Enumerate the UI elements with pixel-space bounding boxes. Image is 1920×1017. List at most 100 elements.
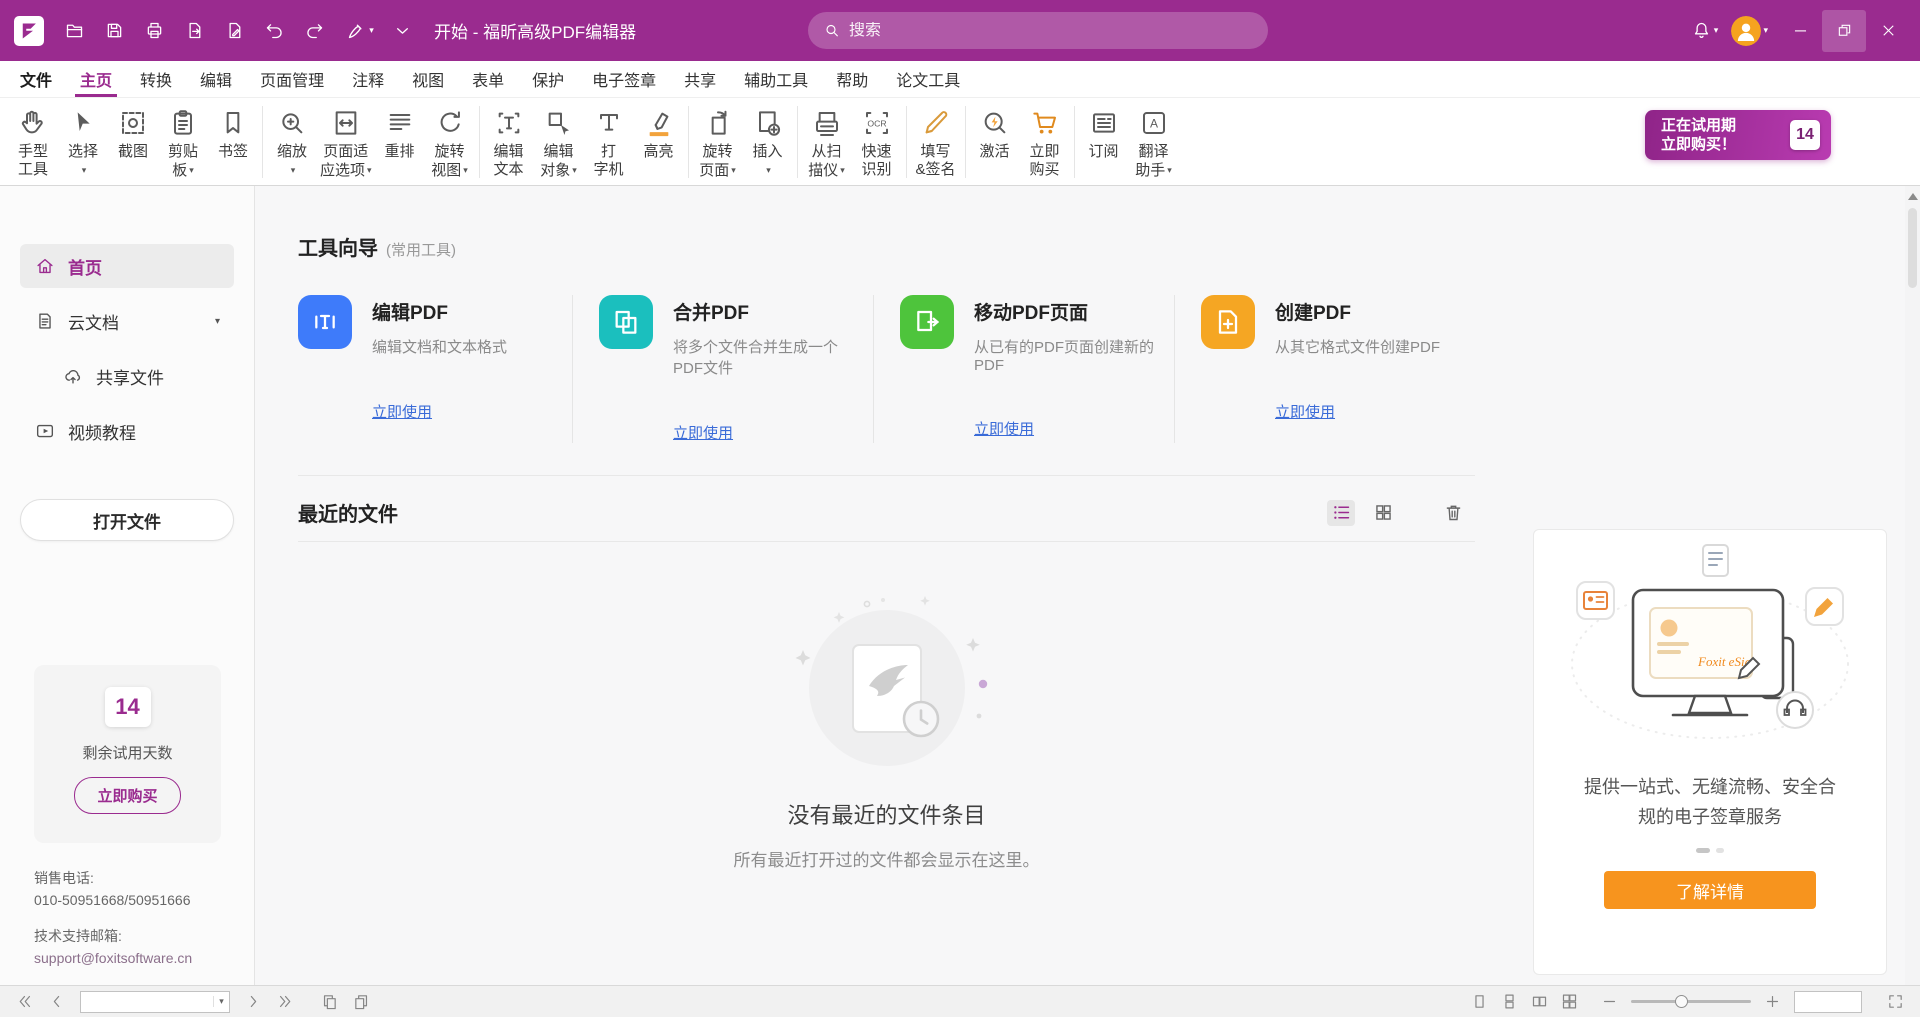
ribbon-tool-edit-text[interactable]: 编辑 文本 [484, 103, 534, 179]
zoom-in-button[interactable] [1764, 993, 1781, 1010]
next-view-button[interactable] [353, 993, 370, 1010]
ribbon-tool-hand[interactable]: 手型 工具 [8, 103, 58, 179]
menu-protect[interactable]: 保护 [518, 61, 578, 97]
ribbon-tool-translate[interactable]: A 翻译 助手▾ [1129, 103, 1179, 179]
menu-view[interactable]: 视图 [398, 61, 458, 97]
single-page-view-button[interactable] [1471, 993, 1488, 1010]
dropdown-caret-icon[interactable]: ▾ [213, 996, 229, 1007]
use-now-link[interactable]: 立即使用 [1275, 401, 1335, 422]
carousel-dots[interactable] [1696, 848, 1724, 853]
menu-comment[interactable]: 注释 [338, 61, 398, 97]
menu-edit[interactable]: 编辑 [186, 61, 246, 97]
card-create-pdf[interactable]: 创建PDF 从其它格式文件创建PDF 立即使用 [1174, 295, 1475, 443]
sidebar-item-shared-files[interactable]: 共享文件 [20, 354, 234, 398]
facing-continuous-view-button[interactable] [1561, 993, 1578, 1010]
previous-view-button[interactable] [321, 993, 338, 1010]
sidebar-item-home[interactable]: 首页 [20, 244, 234, 288]
ribbon-tool-activate[interactable]: 激活 [970, 103, 1020, 161]
page-number-input[interactable] [81, 994, 213, 1009]
zoom-slider-thumb[interactable] [1675, 995, 1688, 1008]
facing-view-button[interactable] [1531, 993, 1548, 1010]
ribbon-tool-scanner[interactable]: 从扫 描仪▾ [802, 103, 852, 179]
buy-now-button[interactable]: 立即购买 [74, 777, 180, 814]
sidebar-item-video-tutorials[interactable]: 视频教程 [20, 409, 234, 453]
list-view-button[interactable] [1327, 500, 1355, 526]
zoom-level-box[interactable] [1794, 991, 1862, 1013]
search-input[interactable] [849, 22, 1252, 40]
menu-form[interactable]: 表单 [458, 61, 518, 97]
first-page-button[interactable] [16, 993, 33, 1010]
content-scrollbar[interactable] [1905, 186, 1920, 985]
menu-share[interactable]: 共享 [670, 61, 730, 97]
support-email-link[interactable]: support@foxitsoftware.cn [34, 947, 192, 969]
continuous-view-button[interactable] [1501, 993, 1518, 1010]
last-page-button[interactable] [277, 993, 294, 1010]
ribbon-tool-rotate-view[interactable]: 旋转 视图▾ [425, 103, 475, 179]
clear-recent-trash-button[interactable] [1439, 500, 1467, 526]
grid-view-button[interactable] [1369, 500, 1397, 526]
card-merge-pdf[interactable]: 合并PDF 将多个文件合并生成一个PDF文件 立即使用 [572, 295, 873, 443]
ribbon-tool-edit-object[interactable]: 编辑 对象▾ [534, 103, 584, 179]
menu-paper-tools[interactable]: 论文工具 [882, 61, 974, 97]
ribbon-tool-highlight[interactable]: 高亮 [634, 103, 684, 161]
menu-page-organize[interactable]: 页面管理 [246, 61, 338, 97]
trial-banner[interactable]: 正在试用期 立即购买！ 14 [1645, 110, 1831, 160]
learn-more-button[interactable]: 了解详情 [1604, 871, 1816, 909]
use-now-link[interactable]: 立即使用 [974, 418, 1034, 439]
card-move-pdf-pages[interactable]: 移动PDF页面 从已有的PDF页面创建新的PDF 立即使用 [873, 295, 1174, 443]
ribbon-tool-typewriter[interactable]: 打 字机 [584, 103, 634, 179]
card-edit-pdf[interactable]: 编辑PDF 编辑文档和文本格式 立即使用 [298, 295, 572, 443]
scroll-up-arrow-icon[interactable] [1908, 193, 1918, 200]
carousel-dot[interactable] [1716, 848, 1724, 853]
close-button[interactable] [1866, 10, 1910, 52]
menu-esign[interactable]: 电子签章 [578, 61, 670, 97]
ribbon-tool-bookmark[interactable]: 书签 [208, 103, 258, 161]
ribbon-tool-rotate-pages[interactable]: 旋转 页面▾ [693, 103, 743, 179]
menu-file[interactable]: 文件 [6, 61, 66, 97]
menu-accessibility[interactable]: 辅助工具 [730, 61, 822, 97]
use-now-link[interactable]: 立即使用 [372, 401, 432, 422]
minimize-button[interactable] [1778, 10, 1822, 52]
use-now-link[interactable]: 立即使用 [673, 422, 733, 443]
page-number-box[interactable]: ▾ [80, 991, 230, 1013]
ribbon-tool-reflow[interactable]: 重排 [375, 103, 425, 161]
previous-page-button[interactable] [48, 993, 65, 1010]
zoom-out-button[interactable] [1601, 993, 1618, 1010]
notifications-bell-icon[interactable]: ▾ [1681, 11, 1727, 51]
next-page-button[interactable] [245, 993, 262, 1010]
zoom-slider[interactable] [1631, 1000, 1751, 1003]
export-doc-icon[interactable] [174, 11, 214, 51]
sidebar-item-cloud-docs[interactable]: 云文档 ▾ [20, 299, 234, 343]
ribbon-tool-fill-sign[interactable]: 填写 &签名 [911, 103, 961, 179]
ribbon-tool-buy[interactable]: 立即 购买 [1020, 103, 1070, 179]
ribbon-tool-snapshot[interactable]: 截图 [108, 103, 158, 161]
toolbar-more-chevron-icon[interactable] [386, 11, 418, 51]
save-icon[interactable] [94, 11, 134, 51]
fit-screen-button[interactable] [1887, 993, 1904, 1010]
scrollbar-thumb[interactable] [1908, 208, 1917, 288]
ribbon-tool-ocr[interactable]: OCR 快速 识别 [852, 103, 902, 179]
zoom-level-input[interactable] [1795, 992, 1861, 1012]
ribbon-tool-zoom[interactable]: 缩放 ▾ [267, 103, 317, 179]
undo-icon[interactable] [254, 11, 294, 51]
redo-icon[interactable] [294, 11, 334, 51]
ribbon-tool-fit-options[interactable]: 页面适 应选项▾ [317, 103, 375, 179]
expand-caret-icon[interactable]: ▾ [215, 316, 220, 327]
menu-help[interactable]: 帮助 [822, 61, 882, 97]
print-icon[interactable] [134, 11, 174, 51]
account-menu[interactable]: ▾ [1731, 16, 1768, 46]
ribbon-tool-select[interactable]: 选择 ▾ [58, 103, 108, 179]
ribbon-tool-insert[interactable]: 插入 ▾ [743, 103, 793, 179]
open-file-icon[interactable] [54, 11, 94, 51]
open-file-button[interactable]: 打开文件 [20, 499, 234, 541]
search-bar[interactable] [808, 12, 1268, 49]
tools-guide-title: 工具向导 [298, 232, 378, 261]
menu-convert[interactable]: 转换 [126, 61, 186, 97]
ribbon-tool-subscribe[interactable]: 订阅 [1079, 103, 1129, 161]
carousel-dot-active[interactable] [1696, 848, 1710, 853]
new-doc-icon[interactable] [214, 11, 254, 51]
quick-sign-icon[interactable]: ▾ [334, 11, 386, 51]
restore-window-button[interactable] [1822, 10, 1866, 52]
ribbon-tool-clipboard[interactable]: 剪贴 板▾ [158, 103, 208, 179]
menu-home[interactable]: 主页 [66, 61, 126, 97]
